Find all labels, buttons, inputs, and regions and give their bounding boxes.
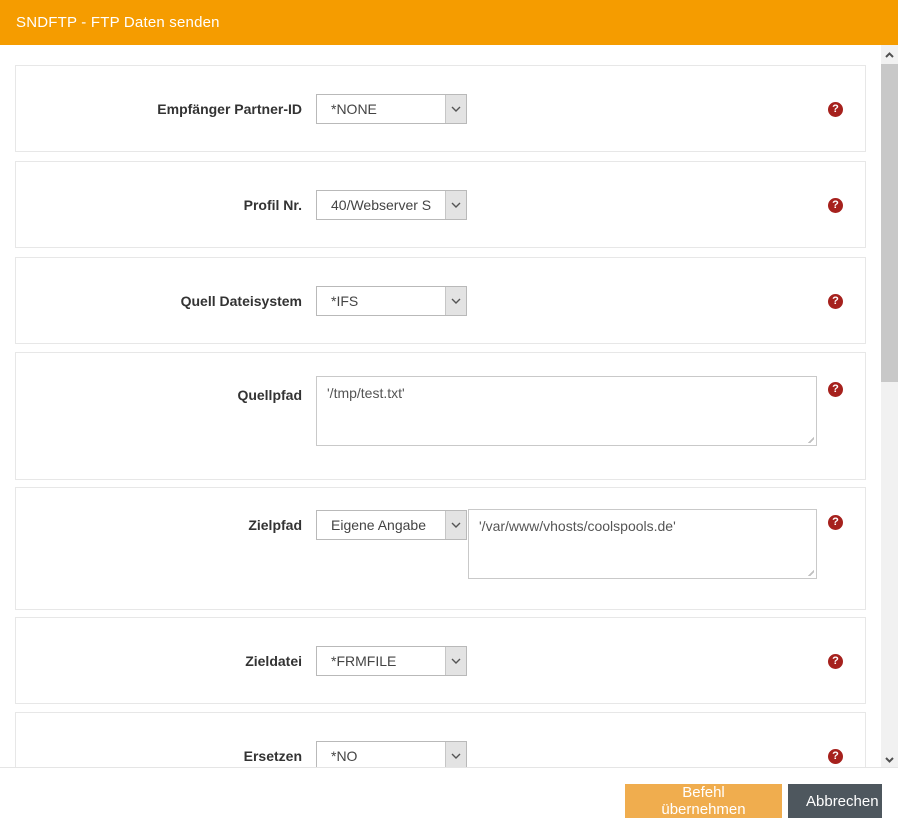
select-value: *NO [317,742,445,767]
chevron-down-icon [445,191,466,219]
zielpfad-mode-select[interactable]: Eigene Angabe [316,510,467,540]
empfaenger-partner-id-select[interactable]: *NONE [316,94,467,124]
help-icon[interactable]: ? [828,515,843,530]
select-value: 40/Webserver S [317,191,445,219]
scrollbar-up-button[interactable] [881,45,898,62]
quell-dateisystem-select[interactable]: *IFS [316,286,467,316]
form-row-zielpfad: Zielpfad Eigene Angabe '/var/www/vhosts/… [15,487,866,610]
help-icon[interactable]: ? [828,749,843,764]
select-value: *FRMFILE [317,647,445,675]
quellpfad-textarea-frame: '/tmp/test.txt' [316,376,817,446]
zielpfad-textarea[interactable]: '/var/www/vhosts/coolspools.de' [469,510,816,578]
field-label: Quell Dateisystem [16,293,302,309]
chevron-down-icon [885,750,894,768]
help-icon[interactable]: ? [828,654,843,669]
chevron-down-icon [445,287,466,315]
select-value: *NONE [317,95,445,123]
ersetzen-select[interactable]: *NO [316,741,467,767]
chevron-up-icon [885,45,894,63]
dialog-title: SNDFTP - FTP Daten senden [16,14,220,31]
chevron-down-icon [445,742,466,767]
scrollbar-thumb[interactable] [881,64,898,382]
cancel-button[interactable]: Abbrechen [788,784,882,818]
help-icon[interactable]: ? [828,102,843,117]
scrollbar[interactable] [881,45,898,767]
field-label: Zieldatei [16,653,302,669]
help-icon[interactable]: ? [828,198,843,213]
field-label: Profil Nr. [16,197,302,213]
dialog-titlebar: SNDFTP - FTP Daten senden [0,0,898,45]
profil-nr-select[interactable]: 40/Webserver S [316,190,467,220]
chevron-down-icon [445,647,466,675]
quellpfad-textarea[interactable]: '/tmp/test.txt' [317,377,816,445]
select-value: Eigene Angabe [317,511,445,539]
form-row-ersetzen: Ersetzen *NO ? [15,712,866,767]
dialog-footer: Befehl übernehmen Abbrechen [0,767,898,832]
field-label: Ersetzen [16,748,302,764]
select-value: *IFS [317,287,445,315]
field-label: Quellpfad [16,387,302,403]
form-row-quell-dateisystem: Quell Dateisystem *IFS ? [15,257,866,344]
form-row-zieldatei: Zieldatei *FRMFILE ? [15,617,866,704]
field-label: Empfänger Partner-ID [16,101,302,117]
form-row-empfaenger-partner-id: Empfänger Partner-ID *NONE ? [15,65,866,152]
help-icon[interactable]: ? [828,294,843,309]
chevron-down-icon [445,511,466,539]
help-icon[interactable]: ? [828,382,843,397]
zielpfad-textarea-frame: '/var/www/vhosts/coolspools.de' [468,509,817,579]
form-row-quellpfad: Quellpfad '/tmp/test.txt' ? [15,352,866,480]
scrollbar-down-button[interactable] [881,750,898,767]
zieldatei-select[interactable]: *FRMFILE [316,646,467,676]
chevron-down-icon [445,95,466,123]
dialog-body: Empfänger Partner-ID *NONE ? Profil Nr. … [0,45,881,767]
submit-command-button[interactable]: Befehl übernehmen [625,784,782,818]
form-row-profil-nr: Profil Nr. 40/Webserver S ? [15,161,866,248]
field-label: Zielpfad [16,517,302,533]
